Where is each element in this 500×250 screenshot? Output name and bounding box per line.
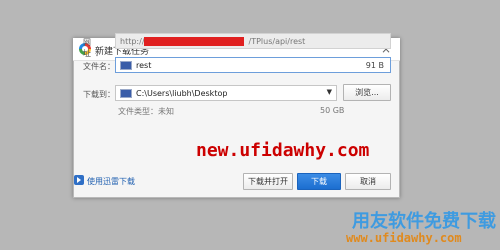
- redaction-bar: [144, 37, 244, 46]
- cancel-button[interactable]: 取消: [345, 173, 391, 190]
- free-space-text: 50 GB: [320, 106, 345, 115]
- download-button[interactable]: 下载: [297, 173, 341, 190]
- url-suffix: /TPlus/api/rest: [248, 37, 306, 46]
- watermark-url: new.ufidawhy.com: [196, 140, 370, 161]
- filename-input[interactable]: rest 91 B: [115, 57, 391, 73]
- dropdown-arrow-icon[interactable]: ▼: [327, 88, 332, 96]
- download-and-open-button[interactable]: 下载并打开: [243, 173, 293, 190]
- save-dir-value: C:\Users\liubh\Desktop: [136, 89, 228, 98]
- url-prefix: http://: [120, 37, 145, 46]
- use-thunder-link[interactable]: 使用迅雷下载: [87, 176, 135, 187]
- browse-button[interactable]: 浏览...: [343, 84, 391, 101]
- filename-value: rest: [136, 61, 152, 70]
- folder-icon: [120, 89, 132, 98]
- file-icon: [120, 61, 132, 70]
- watermark-domain: www.ufidawhy.com: [346, 231, 462, 245]
- file-type-text: 文件类型：未知: [118, 107, 174, 116]
- file-size: 91 B: [365, 61, 384, 70]
- save-dir-select[interactable]: C:\Users\liubh\Desktop ▼: [115, 85, 337, 101]
- watermark-cn: 用友软件免费下载: [352, 211, 496, 232]
- thunder-icon[interactable]: [74, 175, 84, 185]
- url-field[interactable]: http:// /TPlus/api/rest: [115, 33, 391, 49]
